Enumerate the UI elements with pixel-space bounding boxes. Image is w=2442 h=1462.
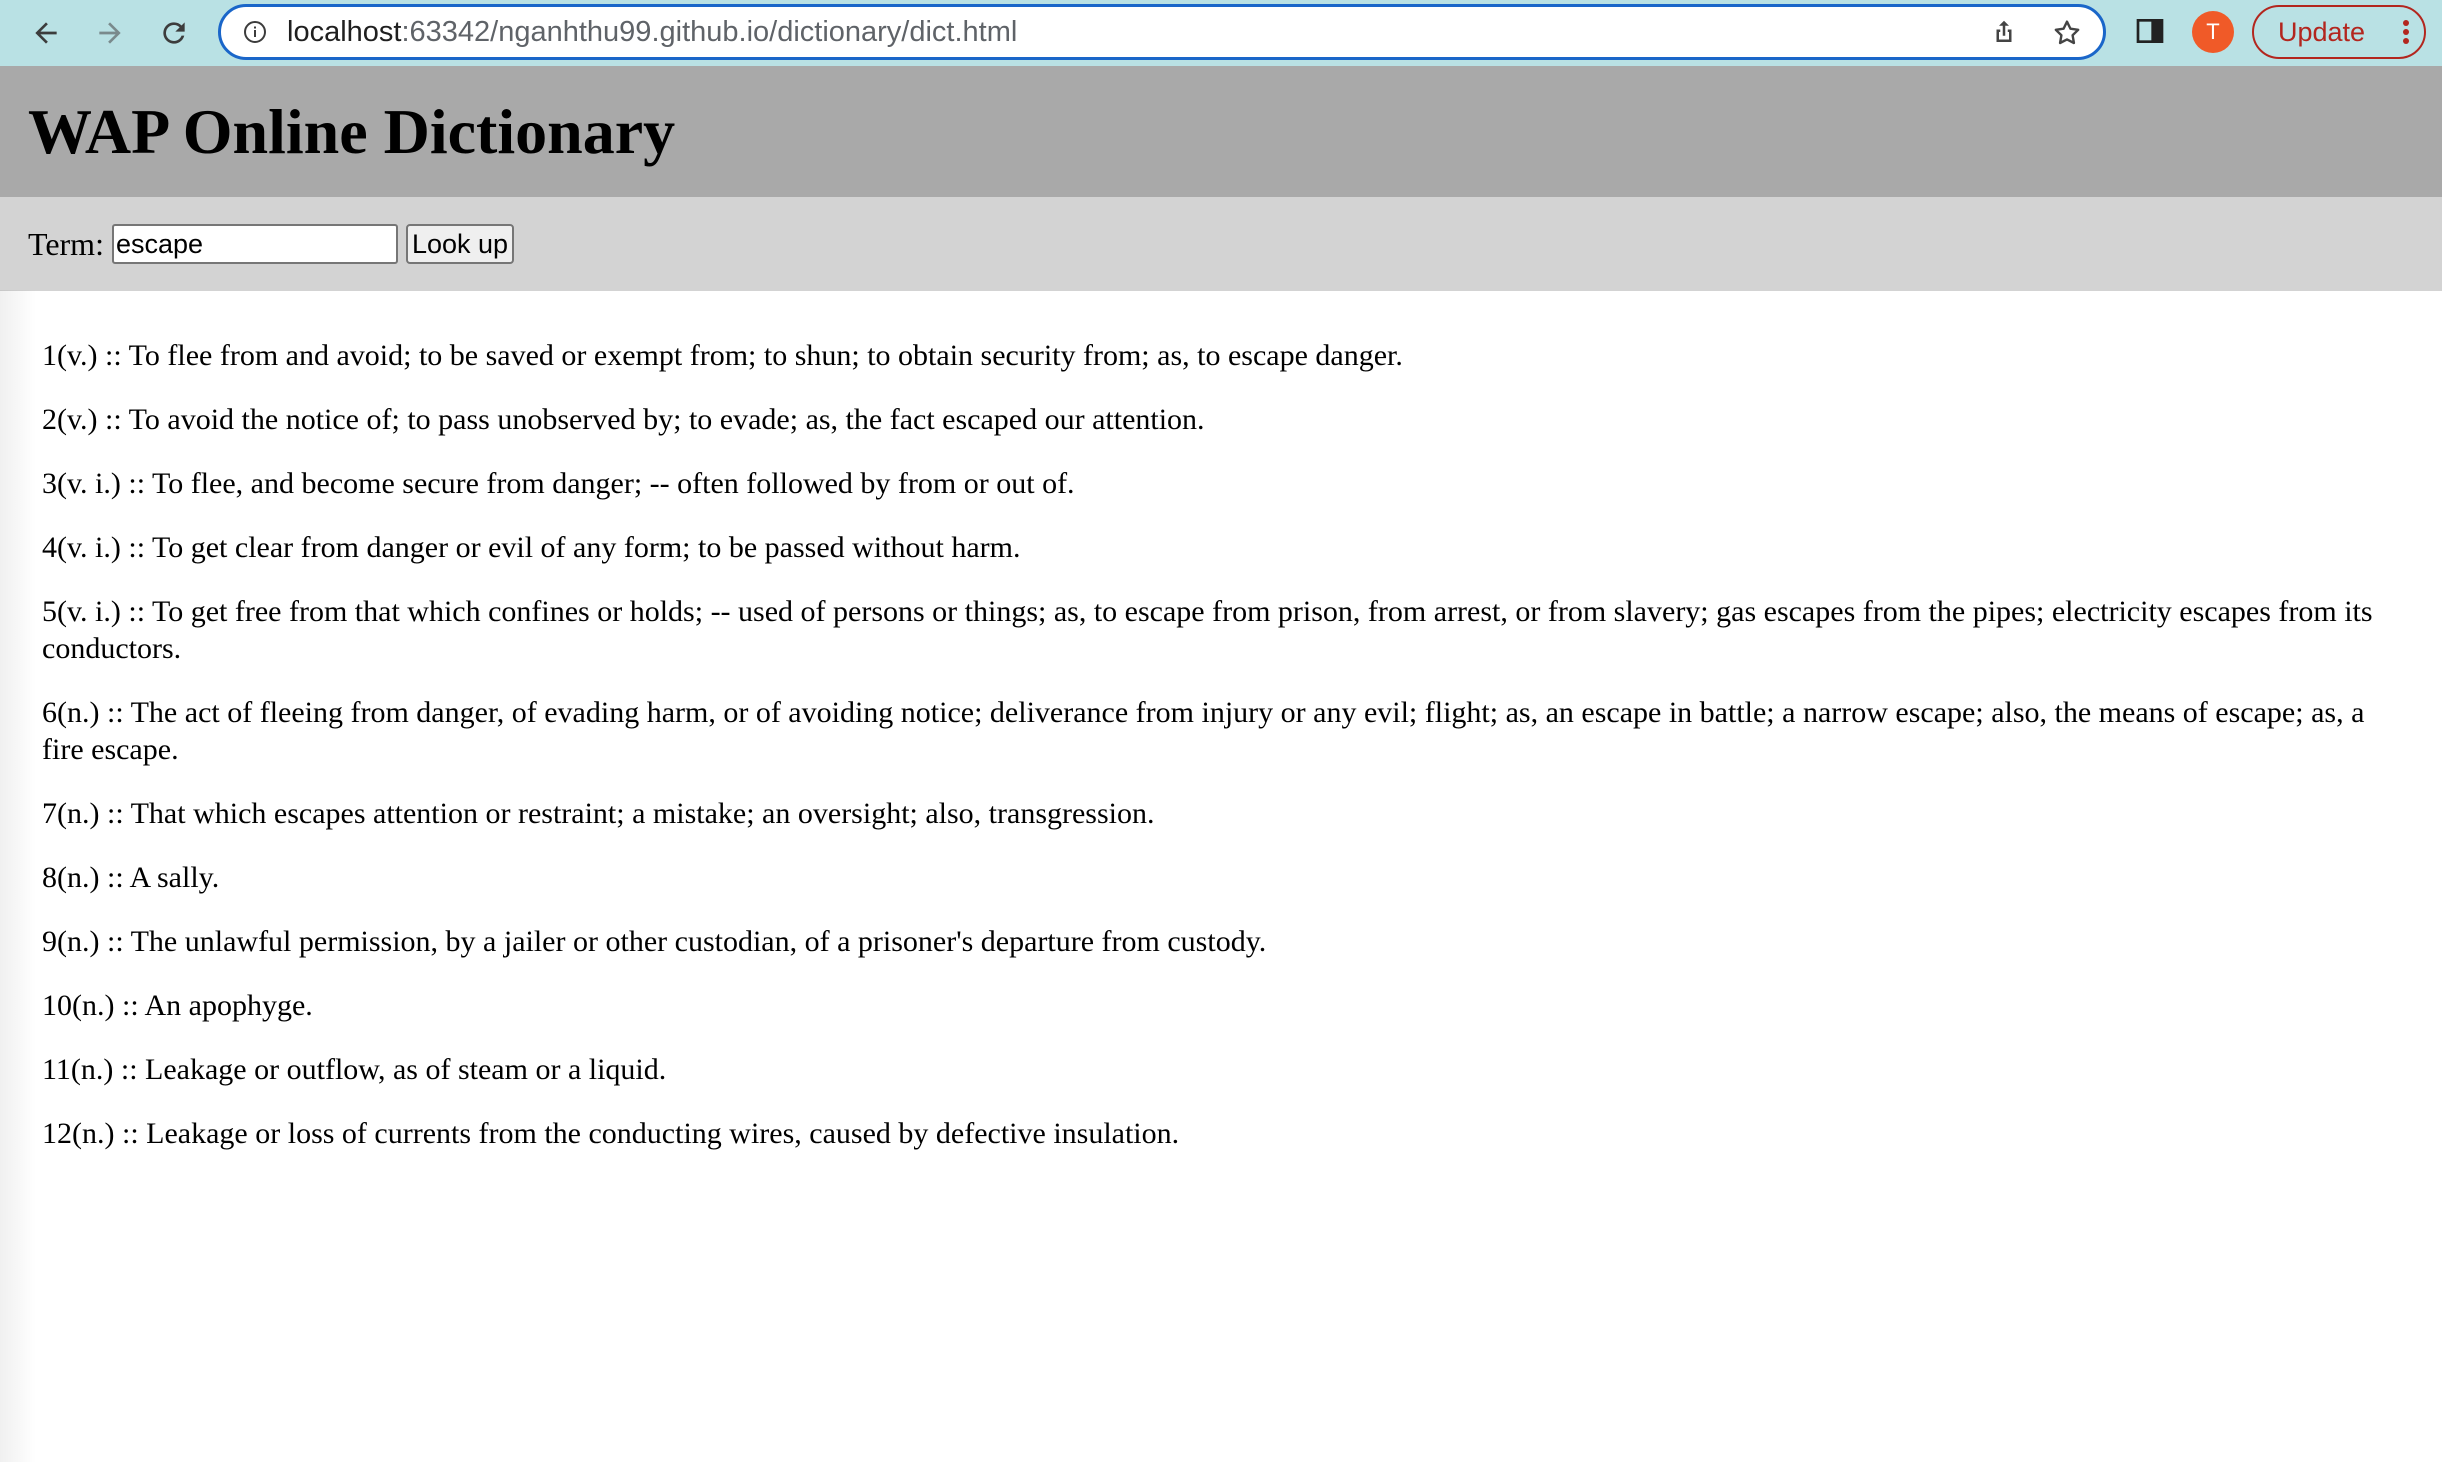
url-text[interactable]: localhost:63342/nganhthu99.github.io/dic… [287, 7, 1017, 57]
definition-item: 10(n.) :: An apophyge. [42, 989, 313, 1022]
term-input[interactable] [111, 224, 398, 264]
definition-item: 12(n.) :: Leakage or loss of currents fr… [42, 1117, 1180, 1150]
browser-toolbar: localhost:63342/nganhthu99.github.io/dic… [0, 0, 2442, 66]
definition-item: 3(v. i.) :: To flee, and become secure f… [42, 467, 1075, 500]
url-path: :63342/nganhthu99.github.io/dictionary/d… [401, 16, 1018, 48]
definition-item: 8(n.) :: A sally. [42, 861, 220, 894]
kebab-menu-icon [2403, 20, 2409, 44]
forward-arrow-icon[interactable] [86, 9, 134, 57]
definitions-list: 1(v.) :: To flee from and avoid; to be s… [0, 291, 2442, 1152]
search-bar: Term: Look up [0, 197, 2442, 291]
profile-avatar[interactable]: T [2192, 11, 2234, 53]
definition-item: 6(n.) :: The act of fleeing from danger,… [42, 696, 2365, 766]
definition-item: 9(n.) :: The unlawful permission, by a j… [42, 925, 1267, 958]
definition-item: 5(v. i.) :: To get free from that which … [42, 595, 2373, 665]
bookmark-star-icon[interactable] [2051, 17, 2083, 49]
definition-item: 2(v.) :: To avoid the notice of; to pass… [42, 403, 1205, 436]
definition-item: 11(n.) :: Leakage or outflow, as of stea… [42, 1053, 667, 1086]
page-header: WAP Online Dictionary [0, 66, 2442, 197]
url-host: localhost [287, 16, 402, 48]
lookup-button[interactable]: Look up [405, 224, 515, 264]
address-bar[interactable]: localhost:63342/nganhthu99.github.io/dic… [218, 4, 2106, 60]
reload-icon[interactable] [150, 9, 198, 57]
side-panel-icon[interactable] [2134, 15, 2166, 47]
back-arrow-icon[interactable] [22, 9, 70, 57]
term-label: Term: [28, 225, 104, 262]
page-title: WAP Online Dictionary [28, 96, 676, 167]
update-label: Update [2278, 17, 2366, 47]
definition-item: 4(v. i.) :: To get clear from danger or … [42, 531, 1021, 564]
page-content: WAP Online Dictionary Term: Look up 1(v.… [0, 66, 2442, 1462]
definition-item: 1(v.) :: To flee from and avoid; to be s… [42, 339, 1403, 372]
site-info-icon[interactable] [243, 20, 267, 44]
share-icon[interactable] [1989, 17, 2019, 47]
definition-item: 7(n.) :: That which escapes attention or… [42, 797, 1155, 830]
update-button[interactable]: Update [2252, 5, 2426, 59]
